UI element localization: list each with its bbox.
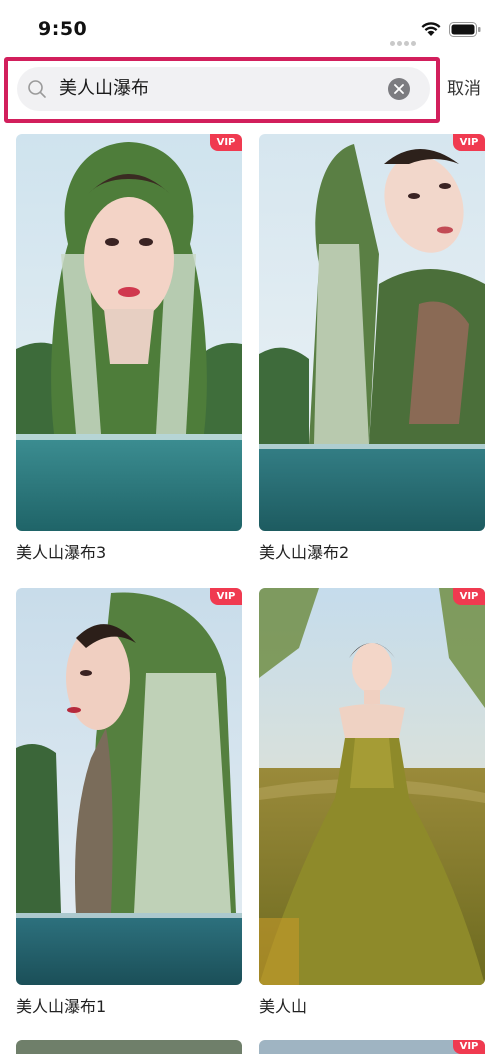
result-thumbnail: VIP	[16, 134, 242, 531]
result-title: 美人山瀑布1	[16, 997, 107, 1016]
cancel-button[interactable]: 取消	[447, 77, 481, 101]
vip-badge: VIP	[453, 588, 485, 605]
vip-badge: VIP	[453, 134, 485, 151]
vip-badge: VIP	[210, 134, 242, 151]
search-query: 美人山瀑布	[59, 78, 149, 99]
result-thumbnail: VIP	[16, 588, 242, 985]
search-input[interactable]: 美人山瀑布	[17, 67, 430, 111]
result-title: 美人山	[259, 997, 308, 1016]
clear-icon[interactable]	[388, 78, 410, 100]
signal-icon	[390, 31, 418, 46]
result-card-partial[interactable]: VIP	[259, 1040, 485, 1054]
vip-badge: VIP	[453, 1040, 485, 1054]
result-title: 美人山瀑布2	[259, 543, 350, 562]
result-thumbnail: VIP	[259, 134, 485, 531]
status-bar: 9:50	[0, 0, 500, 56]
vip-badge: VIP	[210, 588, 242, 605]
status-time: 9:50	[38, 18, 88, 40]
result-title: 美人山瀑布3	[16, 543, 107, 562]
battery-icon	[449, 22, 481, 37]
result-card-partial[interactable]	[16, 1040, 242, 1054]
wifi-icon	[421, 22, 441, 36]
search-icon	[28, 80, 46, 98]
result-thumbnail: VIP	[259, 588, 485, 985]
